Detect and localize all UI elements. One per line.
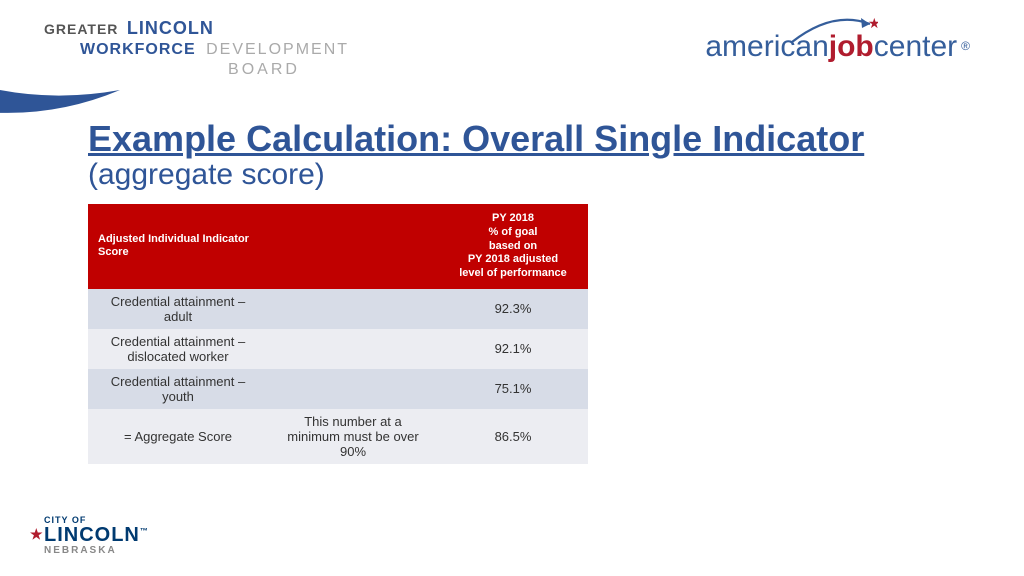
row-label: = Aggregate Score [88,409,268,464]
logo-greater-text: GREATER [44,21,118,37]
table-header-row: Adjusted Individual Indicator Score PY 2… [88,204,588,289]
row-value: 92.1% [438,329,588,369]
lincoln-text: ★ LINCOLN™ [44,525,149,545]
logo-workforce-text: WORKFORCE [80,41,196,58]
row-value: 86.5% [438,409,588,464]
star-arc-icon: ★ [788,16,878,46]
row-label: Credential attainment – adult [88,289,268,329]
logo-center-text: center [874,30,957,63]
lincoln-word: LINCOLN [44,524,140,546]
table-row: Credential attainment – youth 75.1% [88,369,588,409]
row-label: Credential attainment – dislocated worke… [88,329,268,369]
row-note [268,369,438,409]
american-job-center-logo: ★ americanjobcenter® [705,30,970,64]
logo-lincoln-text: LINCOLN [127,18,214,38]
trademark-icon: ™ [140,526,149,535]
star-icon: ★ [30,527,44,541]
col-header-indicator: Adjusted Individual Indicator Score [88,204,268,289]
row-value: 75.1% [438,369,588,409]
row-note: This number at a minimum must be over 90… [268,409,438,464]
row-value: 92.3% [438,289,588,329]
logo-development-text: DEVELOPMENT [206,41,349,58]
svg-text:★: ★ [868,16,878,31]
table-row: Credential attainment – adult 92.3% [88,289,588,329]
logo-board-text: BOARD [164,61,364,79]
page-title: Example Calculation: Overall Single Indi… [88,118,864,160]
row-note [268,329,438,369]
registered-mark-icon: ® [961,39,970,53]
indicator-score-table: Adjusted Individual Indicator Score PY 2… [88,204,588,464]
col-header-blank [268,204,438,289]
slide-title-block: Example Calculation: Overall Single Indi… [88,118,864,192]
table-row: Credential attainment – dislocated worke… [88,329,588,369]
row-note [268,289,438,329]
nebraska-text: NEBRASKA [44,546,149,556]
col-header-percent: PY 2018 % of goal based on PY 2018 adjus… [438,204,588,289]
city-of-lincoln-logo: CITY OF ★ LINCOLN™ NEBRASKA [44,516,149,556]
row-label: Credential attainment – youth [88,369,268,409]
table-row: = Aggregate Score This number at a minim… [88,409,588,464]
page-subtitle: (aggregate score) [88,158,864,192]
